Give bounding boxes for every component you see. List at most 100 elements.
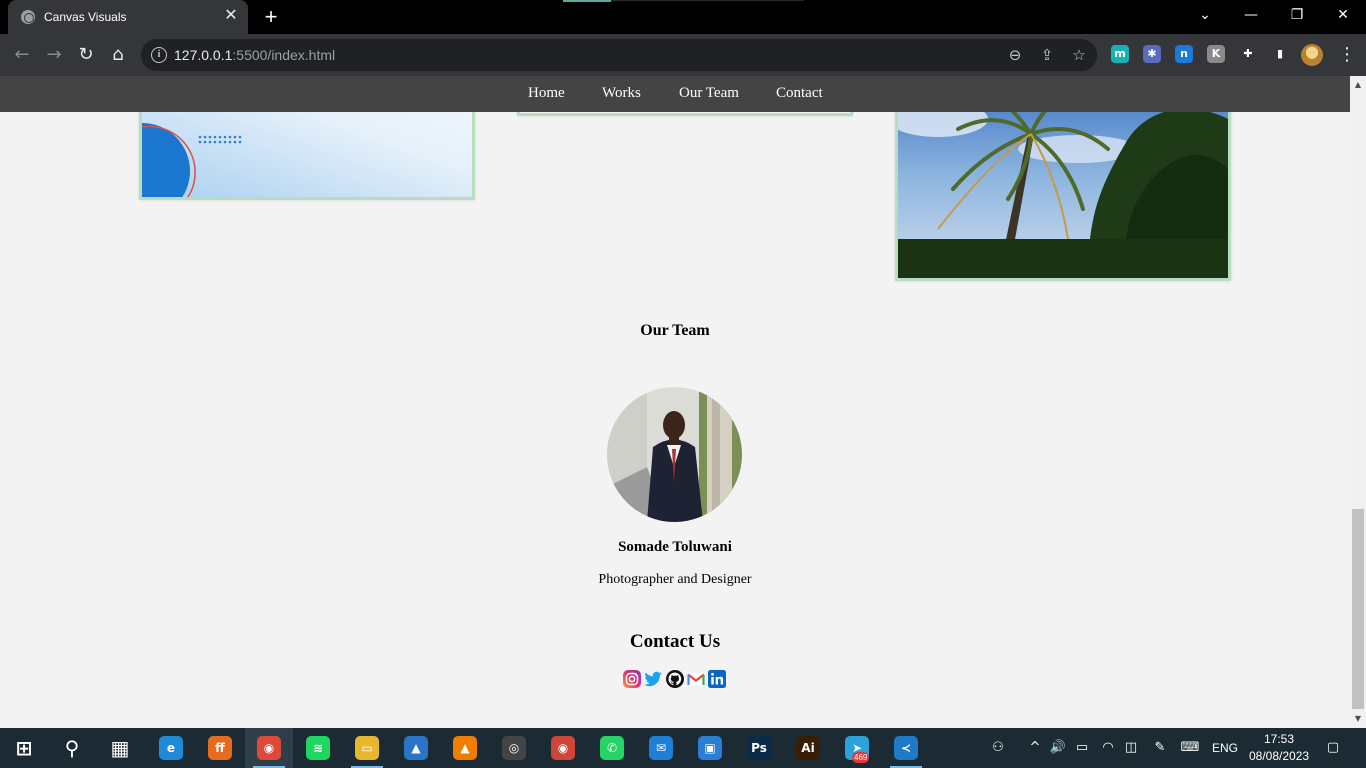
profile-avatar[interactable] (1301, 44, 1323, 66)
puzzle-color-icon[interactable]: ✱ (1143, 45, 1161, 63)
team-heading: Our Team (640, 322, 710, 339)
windows-taskbar: ⊞ ⚲ ▦ e ff ◉ ≋ ▭ ▲ ▲ ◎ ◉ ✆ ✉ ▣ Ps Ai ➤ ≺ ⚇ ^ 🔊 ▭ ◠ ◫ ✎ ⌨ E… (0, 728, 1366, 768)
k-extension-icon[interactable]: K (1207, 45, 1225, 63)
bookmark-star-icon[interactable]: ☆ (1069, 45, 1089, 65)
team-member-name: Somade Toluwani (618, 539, 732, 555)
taskbar-store-button[interactable]: ▣ (686, 728, 734, 768)
taskbar-vscode-button[interactable]: ≺ (882, 728, 930, 768)
taskbar-spotify-button[interactable]: ≋ (294, 728, 342, 768)
menu-kebab-icon[interactable]: ⋮ (1337, 43, 1357, 67)
new-tab-button[interactable]: + (259, 5, 283, 29)
close-window-button[interactable]: ✕ (1320, 0, 1366, 30)
taskbar-photos-button[interactable]: ▲ (392, 728, 440, 768)
scroll-up-arrow-icon[interactable]: ▲ (1350, 78, 1366, 92)
back-arrow-icon[interactable]: ← (9, 42, 35, 68)
clock-date[interactable]: 08/08/2023 (1249, 749, 1309, 763)
url-text[interactable]: 127.0.0.1:5500/index.html (174, 47, 335, 63)
restore-button[interactable]: ❐ (1274, 0, 1320, 30)
url-path: :5500/index.html (232, 47, 336, 63)
extensions-puzzle-icon[interactable]: ✚ (1239, 45, 1257, 63)
photos-icon: ▲ (404, 736, 428, 760)
taskbar-illustrator-button[interactable]: Ai (784, 728, 832, 768)
chrome-alt-icon: ◉ (551, 736, 575, 760)
photoshop-icon: Ps (747, 736, 771, 760)
tab-search-icon[interactable]: ⌄ (1182, 0, 1228, 30)
language-indicator[interactable]: ENG (1212, 741, 1238, 755)
site-navbar: Home Works Our Team Contact (0, 76, 1350, 112)
search-icon: ⚲ (64, 736, 80, 760)
store-icon: ▣ (698, 736, 722, 760)
address-bar[interactable]: i 127.0.0.1:5500/index.html ⊖ ⇪ ☆ (141, 39, 1097, 71)
tab-close-icon[interactable]: ✕ (222, 7, 240, 25)
twitter-icon[interactable] (643, 669, 663, 689)
url-host: 127.0.0.1 (174, 47, 233, 63)
minimize-button[interactable]: — (1228, 0, 1274, 30)
contact-heading: Contact Us (629, 631, 721, 652)
instagram-icon[interactable] (622, 669, 642, 689)
taskbar-vlc-button[interactable]: ▲ (441, 728, 489, 768)
linkedin-icon[interactable] (707, 669, 727, 689)
spotify-icon: ≋ (306, 736, 330, 760)
scroll-down-arrow-icon[interactable]: ▼ (1350, 712, 1366, 726)
gmail-icon[interactable] (686, 669, 706, 689)
taskbar-whatsapp-button[interactable]: ✆ (588, 728, 636, 768)
notifications-icon[interactable]: ▢ (1323, 738, 1343, 758)
taskbar-start-button[interactable]: ⊞ (0, 728, 48, 768)
taskbar-photoshop-button[interactable]: Ps (735, 728, 783, 768)
github-icon[interactable] (665, 669, 685, 689)
firefox-icon: ff (208, 736, 232, 760)
nav-link-home[interactable]: Home (528, 85, 565, 102)
chrome-icon: ◉ (257, 736, 281, 760)
people-icon[interactable]: ⚇ (988, 738, 1008, 758)
reload-icon[interactable]: ↻ (73, 42, 99, 68)
taskbar-task-view-button[interactable]: ▦ (96, 728, 144, 768)
edge-icon: e (159, 736, 183, 760)
vlc-icon: ▲ (453, 736, 477, 760)
pen-icon[interactable]: ✎ (1150, 738, 1170, 758)
taskbar-firefox-button[interactable]: ff (196, 728, 244, 768)
taskbar-edge-button[interactable]: e (147, 728, 195, 768)
forward-arrow-icon[interactable]: → (41, 42, 67, 68)
media-player-icon: ◎ (502, 736, 526, 760)
volume-icon[interactable]: 🔊 (1048, 738, 1068, 758)
whatsapp-icon: ✆ (600, 736, 624, 760)
scrollbar-thumb[interactable] (1352, 509, 1364, 709)
mail-icon: ✉ (649, 736, 673, 760)
start-button: ⊞ (15, 736, 33, 760)
file-explorer-icon: ▭ (355, 736, 379, 760)
tray-chevron-icon[interactable]: ^ (1025, 738, 1045, 758)
nav-link-our-team[interactable]: Our Team (679, 85, 739, 102)
taskbar-mail-button[interactable]: ✉ (637, 728, 685, 768)
browser-titlebar: Canvas Visuals ✕ + ⌄ — ❐ ✕ (0, 0, 1366, 34)
keyboard-icon[interactable]: ⌨ (1180, 738, 1200, 758)
browser-toolbar: ← → ↻ ⌂ i 127.0.0.1:5500/index.html ⊖ ⇪ … (0, 34, 1366, 76)
browser-tab[interactable]: Canvas Visuals ✕ (8, 0, 248, 34)
task-view-icon: ▦ (110, 736, 130, 760)
wifi-icon[interactable]: ◠ (1098, 738, 1118, 758)
m-extension-icon[interactable]: m (1111, 45, 1129, 63)
n-extension-icon[interactable]: n (1175, 45, 1193, 63)
home-icon[interactable]: ⌂ (105, 42, 131, 68)
team-member-role: Photographer and Designer (598, 572, 752, 587)
camera-icon[interactable]: ◫ (1121, 738, 1141, 758)
battery-icon[interactable]: ▭ (1072, 738, 1092, 758)
taskbar-search-button[interactable]: ⚲ (48, 728, 96, 768)
taskbar-chrome-button[interactable]: ◉ (245, 728, 293, 768)
side-panel-icon[interactable]: ▮ (1271, 45, 1289, 63)
team-member-photo (607, 387, 742, 522)
taskbar-file-explorer-button[interactable]: ▭ (343, 728, 391, 768)
nav-link-contact[interactable]: Contact (776, 85, 823, 102)
clock-time[interactable]: 17:53 (1264, 732, 1294, 746)
globe-icon (21, 10, 35, 24)
nav-link-works[interactable]: Works (602, 85, 641, 102)
site-info-icon[interactable]: i (151, 47, 167, 63)
tab-strip-line (611, 0, 804, 1)
telegram-unread-badge: 469 (852, 752, 870, 763)
team-member-avatar (607, 387, 742, 522)
taskbar-media-player-button[interactable]: ◎ (490, 728, 538, 768)
tab-strip-accent (563, 0, 611, 2)
page-scrollbar[interactable]: ▲ ▼ (1350, 76, 1366, 728)
zoom-icon[interactable]: ⊖ (1005, 45, 1025, 65)
taskbar-chrome-alt-button[interactable]: ◉ (539, 728, 587, 768)
share-icon[interactable]: ⇪ (1037, 45, 1057, 65)
